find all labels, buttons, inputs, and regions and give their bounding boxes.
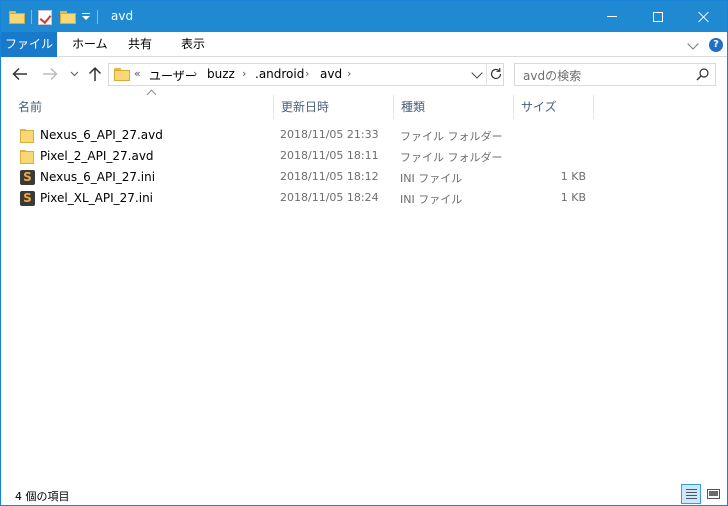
search-placeholder: avdの検索 xyxy=(523,69,582,83)
forward-button[interactable] xyxy=(41,65,59,83)
breadcrumb-item[interactable]: ユーザー xyxy=(149,67,197,84)
file-name[interactable]: Nexus_6_API_27.avd xyxy=(40,128,163,142)
back-button[interactable] xyxy=(11,65,29,83)
forward-arrow-icon xyxy=(43,67,58,81)
sublime-file-icon: S xyxy=(20,191,36,207)
minimize-icon xyxy=(607,16,617,17)
column-header-type[interactable]: 種類 xyxy=(394,95,514,119)
column-headers: 名前 更新日時 種類 サイズ xyxy=(1,89,727,119)
column-divider[interactable] xyxy=(593,95,594,119)
expand-ribbon-chevron-icon[interactable] xyxy=(687,38,699,50)
address-bar[interactable]: « ユーザー › buzz › .android › avd › xyxy=(108,63,504,86)
refresh-icon[interactable] xyxy=(489,67,503,81)
large-icons-view-icon xyxy=(707,489,720,499)
file-name[interactable]: Pixel_XL_API_27.ini xyxy=(40,191,153,205)
customize-toolbar-dropdown-icon[interactable] xyxy=(81,11,91,23)
recent-locations-button[interactable] xyxy=(65,65,83,83)
toolbar-separator xyxy=(97,10,98,24)
file-date: 2018/11/05 18:24 xyxy=(280,191,379,204)
breadcrumb-item[interactable]: buzz xyxy=(207,67,235,81)
sublime-file-icon: S xyxy=(20,170,36,186)
tab-share[interactable]: 共有 xyxy=(128,32,152,57)
up-arrow-icon xyxy=(88,66,102,81)
breadcrumb-item[interactable]: .android xyxy=(255,67,304,81)
file-type: INI ファイル xyxy=(400,193,463,206)
search-box[interactable]: avdの検索 xyxy=(514,63,716,86)
file-type: ファイル フォルダー xyxy=(400,151,503,164)
details-view-button[interactable] xyxy=(681,484,701,504)
file-name[interactable]: Pixel_2_API_27.avd xyxy=(40,149,154,163)
file-date: 2018/11/05 18:12 xyxy=(280,170,379,183)
close-button[interactable] xyxy=(681,1,727,32)
breadcrumb-separator[interactable]: › xyxy=(305,67,309,80)
file-size: 1 KB xyxy=(560,170,586,183)
tab-file[interactable]: ファイル xyxy=(1,32,57,57)
large-icons-view-button[interactable] xyxy=(704,484,724,504)
file-name[interactable]: Nexus_6_API_27.ini xyxy=(40,170,155,184)
file-date: 2018/11/05 21:33 xyxy=(280,128,379,141)
column-header-label: 種類 xyxy=(401,100,426,114)
status-bar: 4 個の項目 xyxy=(1,483,727,505)
properties-icon[interactable] xyxy=(38,9,52,25)
column-header-size[interactable]: サイズ xyxy=(514,95,594,119)
file-date: 2018/11/05 18:11 xyxy=(280,149,379,162)
file-type: INI ファイル xyxy=(400,172,463,185)
address-history-chevron-icon[interactable] xyxy=(471,67,483,79)
close-icon xyxy=(698,11,710,23)
file-row[interactable]: S Nexus_6_API_27.ini 2018/11/05 18:12 IN… xyxy=(11,167,711,188)
toolbar-separator xyxy=(31,10,32,24)
breadcrumb-item[interactable]: avd xyxy=(320,67,342,81)
breadcrumb-overflow[interactable]: « xyxy=(134,67,141,80)
column-header-date[interactable]: 更新日時 xyxy=(274,95,394,119)
minimize-button[interactable] xyxy=(589,1,635,32)
item-count: 4 個の項目 xyxy=(15,490,70,503)
quick-access-toolbar xyxy=(9,7,104,27)
chevron-down-icon xyxy=(70,71,78,77)
search-icon[interactable] xyxy=(696,68,709,81)
column-header-label: サイズ xyxy=(521,100,557,114)
tab-view[interactable]: 表示 xyxy=(181,32,205,57)
maximize-button[interactable] xyxy=(635,1,681,32)
help-icon[interactable]: ? xyxy=(709,38,723,52)
file-row[interactable]: Pixel_2_API_27.avd 2018/11/05 18:11 ファイル… xyxy=(11,146,711,167)
breadcrumb-separator[interactable]: › xyxy=(347,67,351,80)
column-header-label: 名前 xyxy=(18,100,43,114)
explorer-window: avd ファイル ホーム 共有 表示 ? « ユーザー › buzz › .an… xyxy=(0,0,728,506)
address-divider xyxy=(486,64,487,85)
folder-icon xyxy=(20,128,36,144)
column-header-label: 更新日時 xyxy=(281,100,330,114)
title-bar: avd xyxy=(1,1,727,32)
details-view-icon xyxy=(686,489,697,500)
window-title: avd xyxy=(111,9,134,23)
tab-home[interactable]: ホーム xyxy=(72,32,108,57)
folder-icon[interactable] xyxy=(9,10,25,24)
up-button[interactable] xyxy=(86,65,104,83)
file-size: 1 KB xyxy=(560,191,586,204)
ribbon-tabs: ファイル ホーム 共有 表示 ? xyxy=(1,32,727,57)
column-header-name[interactable]: 名前 xyxy=(11,89,274,119)
file-type: ファイル フォルダー xyxy=(400,130,503,143)
file-row[interactable]: S Pixel_XL_API_27.ini 2018/11/05 18:24 I… xyxy=(11,188,711,209)
breadcrumb-separator[interactable]: › xyxy=(193,67,197,80)
maximize-icon xyxy=(653,11,663,22)
folder-icon xyxy=(114,68,130,81)
back-arrow-icon xyxy=(12,67,27,81)
breadcrumb-separator[interactable]: › xyxy=(242,67,246,80)
file-row[interactable]: Nexus_6_API_27.avd 2018/11/05 21:33 ファイル… xyxy=(11,125,711,146)
folder-icon xyxy=(20,149,36,165)
new-folder-icon[interactable] xyxy=(60,10,76,24)
